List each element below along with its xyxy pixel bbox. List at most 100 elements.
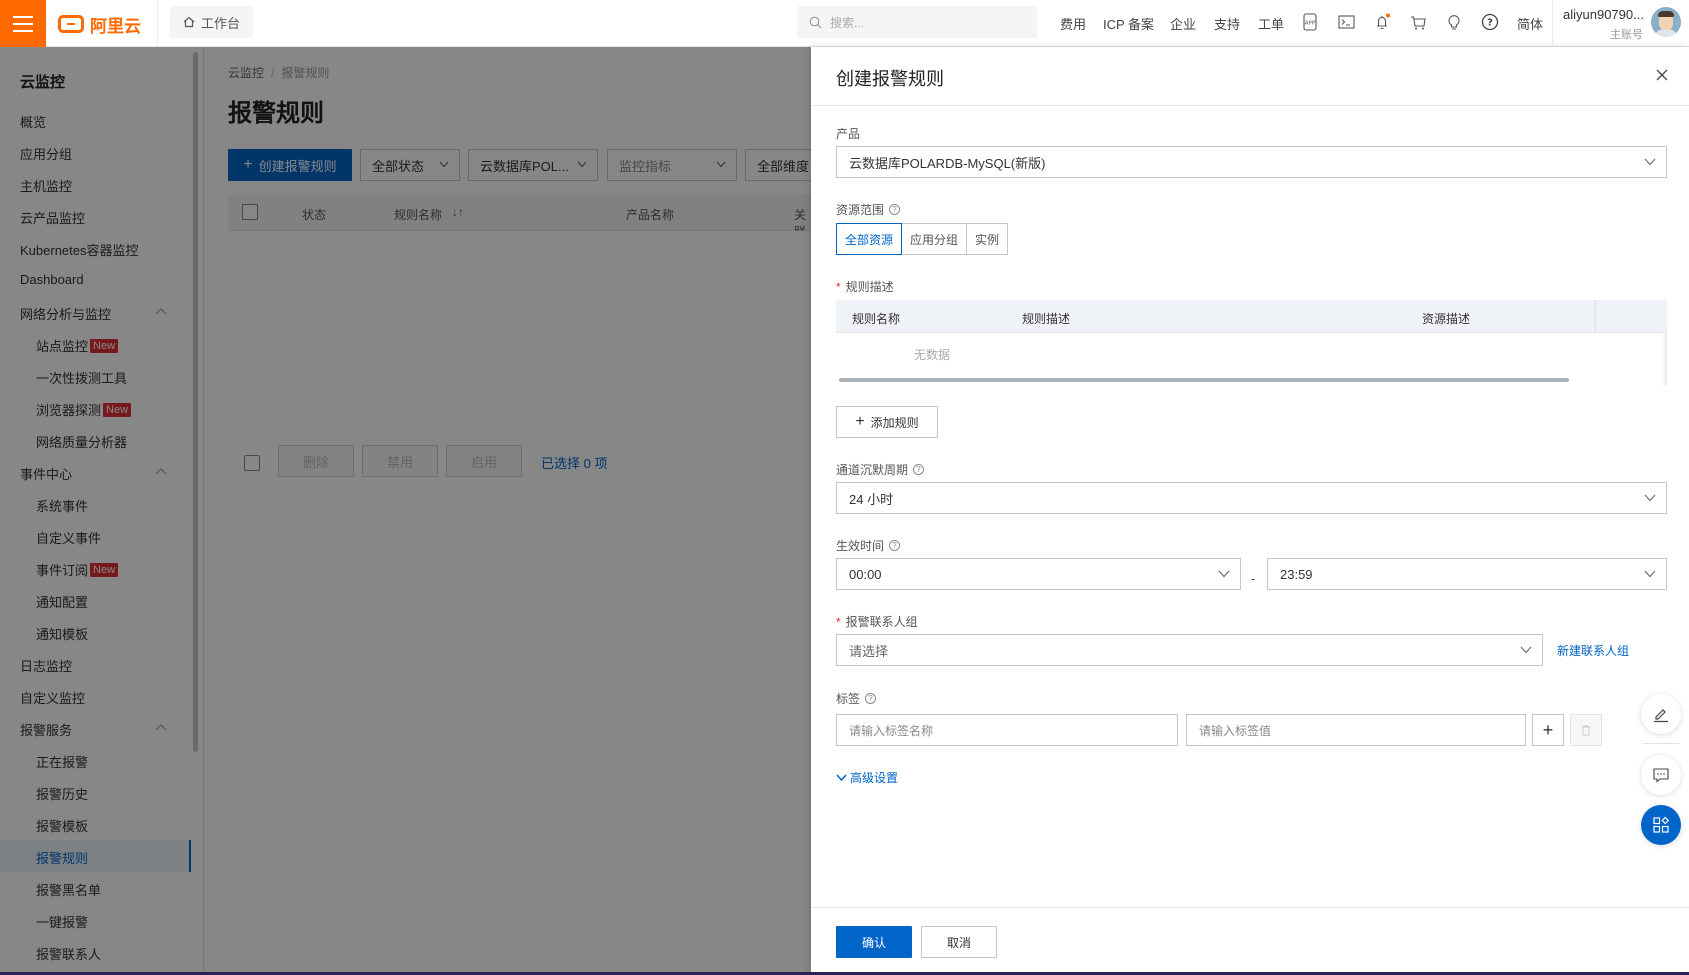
divider: [811, 105, 1689, 106]
scope-option-all[interactable]: 全部资源: [836, 223, 902, 255]
workbench-label: 工作台: [200, 15, 240, 31]
effective-time-label: 生效时间 ?: [836, 537, 901, 554]
close-button[interactable]: [1652, 65, 1672, 85]
contact-group-select[interactable]: 请选择: [836, 634, 1543, 666]
hamburger-line: [13, 22, 33, 25]
empty-state: 无数据: [914, 348, 951, 362]
scope-label: 资源范围 ?: [836, 201, 901, 218]
search-icon: [809, 16, 822, 28]
tag-label: 标签 ?: [836, 690, 877, 707]
edit-icon: [1654, 709, 1668, 723]
contact-group-placeholder: 请选择: [849, 643, 889, 659]
nav-link-support[interactable]: 支持: [1214, 14, 1240, 33]
logo-text: 阿里云: [90, 16, 141, 36]
avatar[interactable]: [1651, 7, 1681, 37]
tag-value-input[interactable]: 请输入标签值: [1186, 714, 1526, 746]
add-tag-button[interactable]: +: [1532, 714, 1564, 746]
user-name[interactable]: aliyun90790...: [1563, 7, 1644, 22]
product-value: 云数据库POLARDB-MySQL(新版): [849, 155, 1046, 171]
chevron-down-icon: [1644, 494, 1656, 502]
required-marker: *: [836, 279, 841, 294]
help-icon[interactable]: ?: [865, 693, 877, 704]
plus-icon: +: [1542, 719, 1554, 740]
apps-icon: [1653, 816, 1670, 833]
effective-end-select[interactable]: 23:59: [1267, 558, 1667, 590]
silence-period-label: 通道沉默周期 ?: [836, 461, 925, 478]
apps-button[interactable]: [1641, 805, 1681, 845]
divider: [157, 0, 158, 47]
contact-group-label: * 报警联系人组: [836, 614, 918, 630]
search-placeholder: 搜索...: [830, 15, 865, 30]
feedback-icon: [1653, 768, 1669, 783]
aliyun-logo[interactable]: 阿里云: [58, 12, 141, 36]
help-icon[interactable]: ?: [913, 464, 925, 475]
nav-link-tickets[interactable]: 工单: [1258, 14, 1284, 33]
product-label: 产品: [836, 127, 861, 141]
help-icon[interactable]: ?: [1480, 12, 1500, 32]
column-header-rule-name: 规则名称: [852, 312, 901, 326]
lightbulb-icon[interactable]: [1444, 12, 1464, 32]
hamburger-line: [13, 15, 33, 18]
effective-start-select[interactable]: 00:00: [836, 558, 1241, 590]
silence-period-select[interactable]: 24 小时: [836, 482, 1667, 514]
drawer-title: 创建报警规则: [836, 69, 944, 89]
silence-period-value: 24 小时: [849, 491, 894, 507]
nav-link-enterprise[interactable]: 企业: [1170, 14, 1196, 33]
help-icon[interactable]: ?: [889, 540, 901, 551]
close-icon: [1656, 69, 1668, 81]
product-select[interactable]: 云数据库POLARDB-MySQL(新版): [836, 146, 1667, 178]
help-icon[interactable]: ?: [889, 204, 901, 215]
search-input[interactable]: 搜索...: [797, 6, 1037, 38]
table-horizontal-scrollbar[interactable]: [839, 378, 1569, 382]
confirm-button[interactable]: 确认: [836, 926, 912, 958]
workbench-button[interactable]: 工作台: [170, 6, 253, 38]
user-role: 主账号: [1610, 29, 1643, 41]
home-icon: [183, 16, 195, 28]
add-rule-label: 添加规则: [870, 415, 919, 430]
chevron-down-icon: [1644, 570, 1656, 578]
delete-tag-button[interactable]: [1570, 714, 1602, 746]
trash-icon: [1582, 724, 1590, 735]
hamburger-line: [13, 29, 33, 32]
language-switch[interactable]: 简体: [1517, 14, 1543, 33]
notification-dot: [1386, 13, 1390, 18]
terminal-icon[interactable]: [1336, 12, 1356, 32]
effective-end-value: 23:59: [1280, 566, 1313, 582]
scope-option-app-group[interactable]: 应用分组: [901, 223, 967, 255]
rule-desc-label: * 规则描述: [836, 279, 894, 295]
chevron-down-icon: [1644, 158, 1656, 166]
menu-button[interactable]: [0, 0, 46, 47]
bell-icon[interactable]: [1372, 12, 1392, 32]
edit-button[interactable]: [1641, 694, 1681, 734]
divider: [1552, 0, 1553, 47]
top-navbar: 阿里云 工作台 搜索... 费用 ICP 备案 企业 支持 工单 APP ? 简…: [0, 0, 1689, 47]
rule-table-header: 规则名称 规则描述 资源描述: [836, 300, 1667, 333]
feedback-button[interactable]: [1641, 755, 1681, 795]
advanced-settings-toggle[interactable]: 高级设置: [836, 769, 898, 786]
fixed-column-shadow: [1594, 300, 1597, 333]
table-edge-shadow: [1662, 333, 1667, 385]
svg-text:APP: APP: [1305, 21, 1316, 27]
tag-name-input[interactable]: 请输入标签名称: [836, 714, 1178, 746]
tag-value-placeholder: 请输入标签值: [1199, 723, 1272, 738]
divider: [811, 907, 1689, 908]
modal-overlay[interactable]: [0, 47, 811, 975]
advanced-settings-label: 高级设置: [850, 771, 899, 785]
tag-name-placeholder: 请输入标签名称: [849, 723, 934, 738]
nav-link-icp[interactable]: ICP 备案: [1103, 14, 1154, 33]
add-rule-button[interactable]: + 添加规则: [836, 406, 938, 438]
chevron-down-icon: [1218, 570, 1230, 578]
time-range-separator: -: [1251, 571, 1256, 586]
cancel-button[interactable]: 取消: [921, 926, 997, 958]
nav-link-fees[interactable]: 费用: [1060, 14, 1086, 33]
scope-option-instance[interactable]: 实例: [966, 223, 1008, 255]
app-icon[interactable]: APP: [1300, 12, 1320, 32]
new-contact-group-link[interactable]: 新建联系人组: [1557, 642, 1629, 659]
plus-icon: +: [855, 413, 865, 430]
column-header-resource-desc: 资源描述: [1422, 312, 1471, 326]
required-marker: *: [836, 614, 841, 629]
cart-icon[interactable]: [1408, 12, 1428, 32]
chevron-down-icon: [1520, 646, 1532, 654]
divider: [1643, 743, 1679, 744]
logo-mark-icon: [58, 15, 84, 33]
